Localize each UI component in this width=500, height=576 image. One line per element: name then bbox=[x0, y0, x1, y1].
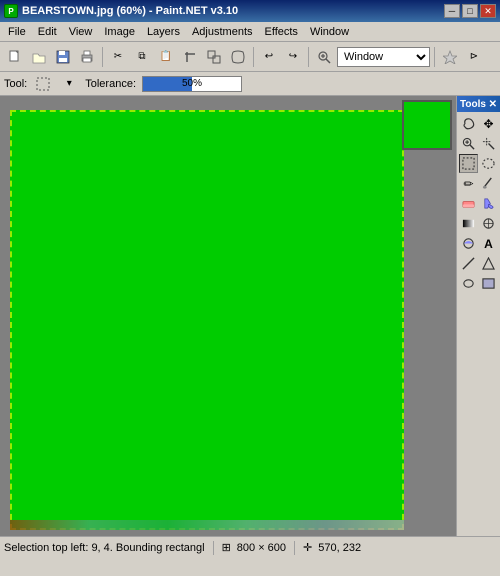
tool-brush[interactable] bbox=[479, 174, 498, 193]
toolbar-resize[interactable] bbox=[203, 46, 225, 68]
toolbar-copy[interactable]: ⧉ bbox=[131, 46, 153, 68]
tolerance-label: Tolerance: bbox=[85, 78, 136, 90]
tool-text[interactable]: A bbox=[479, 234, 498, 253]
tool-pencil[interactable]: ✏ bbox=[459, 174, 478, 193]
app-icon: P bbox=[4, 4, 18, 18]
tool-move[interactable]: ✥ bbox=[479, 114, 498, 133]
tolerance-value: 50% bbox=[143, 77, 241, 91]
status-size-text: 800 × 600 bbox=[237, 542, 286, 554]
toolbar-deform[interactable] bbox=[227, 46, 249, 68]
toolbar-sep-1 bbox=[102, 47, 103, 67]
tool-line[interactable] bbox=[459, 254, 478, 273]
status-coord-icon: ✛ bbox=[303, 541, 312, 554]
toolbar: ✂ ⧉ 📋 ↩ ↪ WindowFit to WindowActual Size… bbox=[0, 42, 500, 72]
menu-item-file[interactable]: File bbox=[2, 24, 32, 40]
minimize-button[interactable]: ─ bbox=[444, 4, 460, 18]
main-area: Tools ✕ ✥ ✏ bbox=[0, 96, 500, 536]
toolbar-extra1[interactable] bbox=[439, 46, 461, 68]
menu-bar: FileEditViewImageLayersAdjustmentsEffect… bbox=[0, 22, 500, 42]
title-controls: ─ □ ✕ bbox=[444, 4, 496, 18]
title-text: BEARSTOWN.jpg (60%) - Paint.NET v3.10 bbox=[22, 5, 238, 17]
status-selection-text: Selection top left: 9, 4. Bounding recta… bbox=[4, 542, 205, 554]
toolbar-zoom-in[interactable] bbox=[313, 46, 335, 68]
menu-item-adjustments[interactable]: Adjustments bbox=[186, 24, 259, 40]
tool-lasso[interactable] bbox=[459, 114, 478, 133]
status-coord-text: 570, 232 bbox=[318, 542, 361, 554]
tools-close-icon[interactable]: ✕ bbox=[489, 99, 497, 110]
status-sep-2 bbox=[294, 541, 295, 555]
menu-item-layers[interactable]: Layers bbox=[141, 24, 186, 40]
menu-item-view[interactable]: View bbox=[63, 24, 99, 40]
toolbar-crop[interactable] bbox=[179, 46, 201, 68]
status-sep-1 bbox=[213, 541, 214, 555]
tool-magic-wand[interactable] bbox=[479, 134, 498, 153]
toolbar-open[interactable] bbox=[28, 46, 50, 68]
menu-item-effects[interactable]: Effects bbox=[259, 24, 304, 40]
tool-select-ellipse[interactable] bbox=[479, 154, 498, 173]
toolbar-save[interactable] bbox=[52, 46, 74, 68]
tool-recolor[interactable] bbox=[459, 234, 478, 253]
tool-gradient[interactable] bbox=[459, 214, 478, 233]
tool-clone[interactable] bbox=[479, 214, 498, 233]
tool-selector[interactable] bbox=[33, 74, 53, 94]
tool-rect-shape[interactable] bbox=[479, 274, 498, 293]
canvas-bottom-strip bbox=[10, 520, 404, 530]
tool-select-rect[interactable] bbox=[459, 154, 478, 173]
tool-zoom[interactable] bbox=[459, 134, 478, 153]
zoom-select[interactable]: WindowFit to WindowActual Size bbox=[337, 47, 430, 67]
close-button[interactable]: ✕ bbox=[480, 4, 496, 18]
tools-panel-title: Tools ✕ bbox=[457, 96, 500, 112]
toolbar-new[interactable] bbox=[4, 46, 26, 68]
tools-grid: ✥ ✏ bbox=[457, 112, 500, 295]
tool-shapes[interactable] bbox=[479, 254, 498, 273]
canvas[interactable] bbox=[10, 110, 404, 530]
canvas-container[interactable] bbox=[0, 96, 456, 536]
tool-options: Tool: ▾ Tolerance: 50% bbox=[0, 72, 500, 96]
maximize-button[interactable]: □ bbox=[462, 4, 478, 18]
menu-item-window[interactable]: Window bbox=[304, 24, 355, 40]
tools-panel: Tools ✕ ✥ ✏ bbox=[456, 96, 500, 536]
tools-title-label: Tools bbox=[460, 99, 486, 110]
toolbar-redo[interactable]: ↪ bbox=[282, 46, 304, 68]
tool-eraser[interactable] bbox=[459, 194, 478, 213]
title-bar-left: P BEARSTOWN.jpg (60%) - Paint.NET v3.10 bbox=[4, 4, 238, 18]
tool-ellipse-shape[interactable] bbox=[459, 274, 478, 293]
tool-dropdown[interactable]: ▾ bbox=[59, 74, 79, 94]
toolbar-paste[interactable]: 📋 bbox=[155, 46, 177, 68]
toolbar-sep-2 bbox=[253, 47, 254, 67]
toolbar-print[interactable] bbox=[76, 46, 98, 68]
toolbar-sep-4 bbox=[434, 47, 435, 67]
toolbar-extra2[interactable]: ⊳ bbox=[463, 46, 485, 68]
tool-bucket[interactable] bbox=[479, 194, 498, 213]
menu-item-image[interactable]: Image bbox=[98, 24, 141, 40]
tolerance-bar[interactable]: 50% bbox=[142, 76, 242, 92]
tool-label: Tool: bbox=[4, 78, 27, 90]
status-bar: Selection top left: 9, 4. Bounding recta… bbox=[0, 536, 500, 558]
toolbar-undo[interactable]: ↩ bbox=[258, 46, 280, 68]
mini-preview bbox=[402, 100, 452, 150]
toolbar-cut[interactable]: ✂ bbox=[107, 46, 129, 68]
toolbar-sep-3 bbox=[308, 47, 309, 67]
menu-item-edit[interactable]: Edit bbox=[32, 24, 63, 40]
title-bar: P BEARSTOWN.jpg (60%) - Paint.NET v3.10 … bbox=[0, 0, 500, 22]
status-size-icon: ⊞ bbox=[222, 541, 231, 554]
